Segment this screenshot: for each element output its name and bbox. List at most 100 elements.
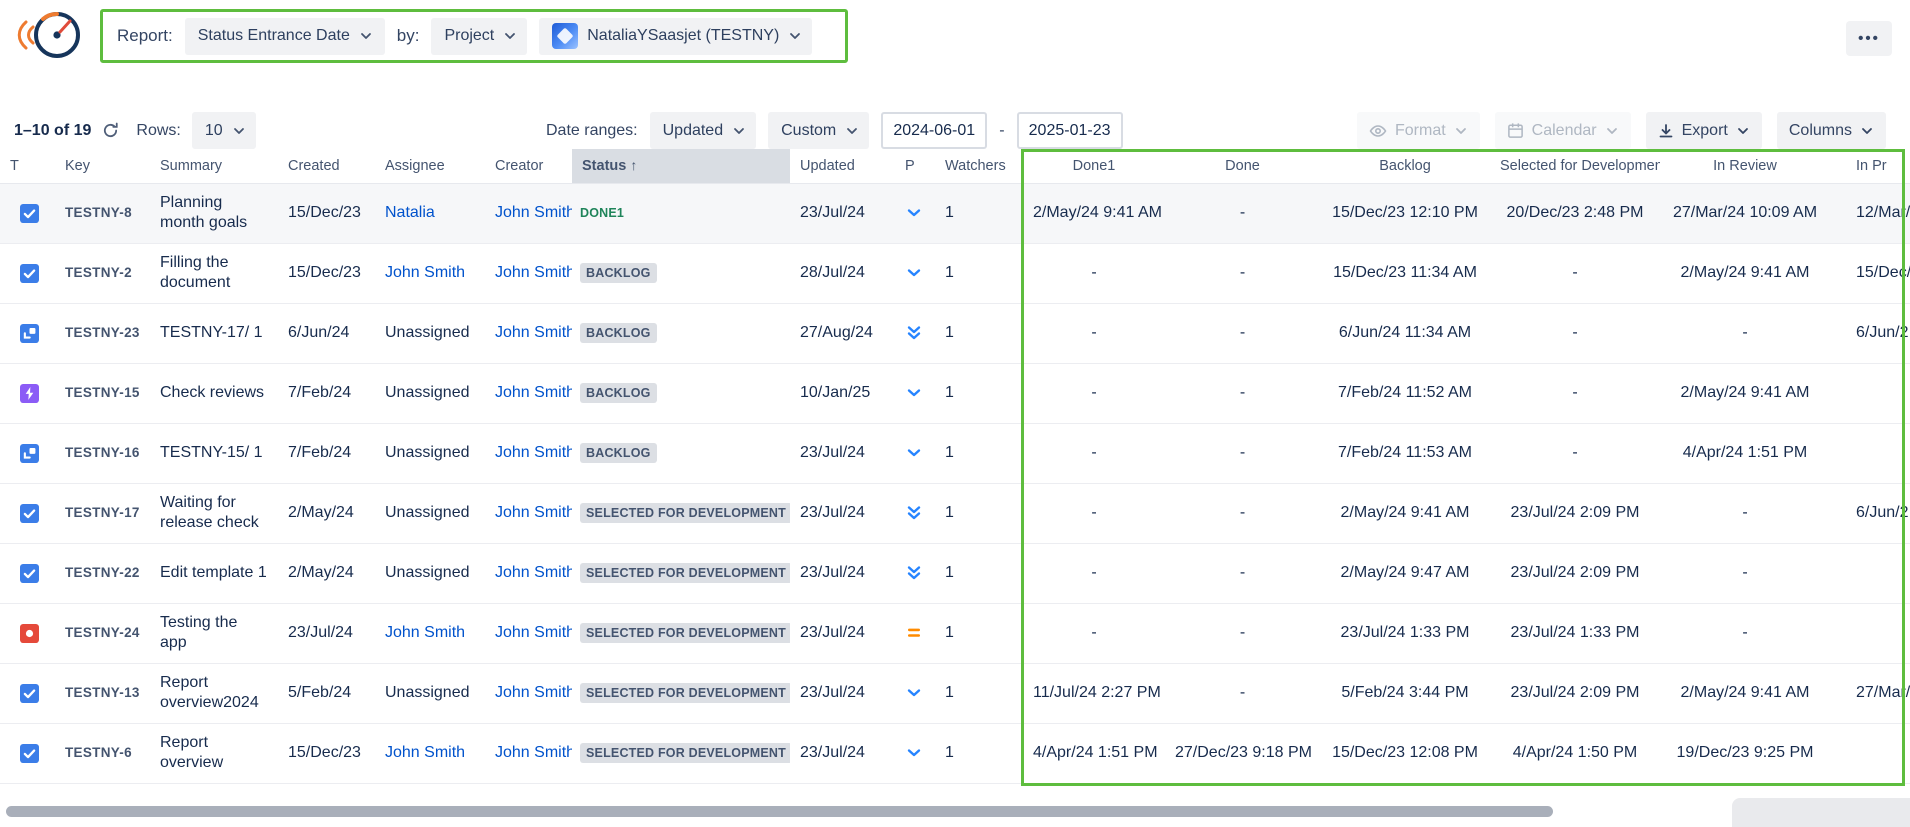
issue-key[interactable]: TESTNY-8 xyxy=(65,205,132,220)
updated-cell: 27/Aug/24 xyxy=(790,303,895,363)
issue-summary[interactable]: TESTNY-15/ 1 xyxy=(160,443,268,463)
issue-summary[interactable]: Planning month goals xyxy=(160,193,268,232)
issue-summary[interactable]: Check reviews xyxy=(160,383,268,403)
report-type-select[interactable]: Status Entrance Date xyxy=(185,18,385,55)
priority-cell xyxy=(895,543,935,603)
watchers-cell: 1 xyxy=(935,303,1023,363)
group-by-select[interactable]: Project xyxy=(431,18,527,55)
status-entrance-cell: 7/Feb/24 11:52 AM xyxy=(1320,363,1490,423)
chevron-down-icon xyxy=(845,124,859,138)
date-to-input[interactable]: 2025-01-23 xyxy=(1017,112,1123,149)
more-options-button[interactable]: ••• xyxy=(1846,21,1892,56)
calendar-button[interactable]: Calendar xyxy=(1495,112,1631,149)
column-header-backlog[interactable]: Backlog xyxy=(1320,149,1490,183)
column-header-key[interactable]: Key xyxy=(55,149,150,183)
column-header-creator[interactable]: Creator xyxy=(485,149,572,183)
status-entrance-cell: 27/Mar/24 10:09 AM xyxy=(1660,183,1830,243)
issue-summary[interactable]: Edit template 1 xyxy=(160,563,268,583)
assignee-link[interactable]: John Smith xyxy=(385,264,465,281)
issue-key[interactable]: TESTNY-6 xyxy=(65,745,132,760)
issue-summary[interactable]: Filling the document xyxy=(160,253,268,292)
export-button[interactable]: Export xyxy=(1646,112,1762,149)
assignee-link[interactable]: John Smith xyxy=(385,744,465,761)
issue-row: TESTNY-2Filling the document15/Dec/23Joh… xyxy=(0,243,1910,303)
column-header-updated[interactable]: Updated xyxy=(790,149,895,183)
creator-link[interactable]: John Smith xyxy=(495,444,572,461)
column-header-t[interactable]: T xyxy=(0,149,55,183)
issue-summary[interactable]: Report overview2024 xyxy=(160,673,268,712)
column-header-in-review[interactable]: In Review xyxy=(1660,149,1830,183)
creator-link[interactable]: John Smith xyxy=(495,564,572,581)
column-header-created[interactable]: Created xyxy=(278,149,375,183)
creator-link[interactable]: John Smith xyxy=(495,264,572,281)
columns-button[interactable]: Columns xyxy=(1777,112,1886,149)
key-cell: TESTNY-24 xyxy=(55,603,150,663)
column-header-summary[interactable]: Summary xyxy=(150,149,278,183)
status-entrance-cell: - xyxy=(1490,363,1660,423)
creator-link[interactable]: John Smith xyxy=(495,624,572,641)
issue-key[interactable]: TESTNY-22 xyxy=(65,565,140,580)
project-select[interactable]: NataliaYSaasjet (TESTNY) xyxy=(539,18,812,55)
assignee-cell: Unassigned xyxy=(375,363,485,423)
issue-key[interactable]: TESTNY-17 xyxy=(65,505,140,520)
column-header-done1[interactable]: Done1 xyxy=(1023,149,1165,183)
key-cell: TESTNY-6 xyxy=(55,723,150,783)
creator-link[interactable]: John Smith xyxy=(495,204,572,221)
status-entrance-cell: 4/Apr/24 1:51 PM xyxy=(1660,423,1830,483)
priority-cell xyxy=(895,483,935,543)
status-entrance-cell: - xyxy=(1023,423,1165,483)
issue-summary[interactable]: Report overview xyxy=(160,733,268,772)
status-entrance-cell: - xyxy=(1165,603,1320,663)
date-field-select[interactable]: Updated xyxy=(650,112,757,149)
column-header-done[interactable]: Done xyxy=(1165,149,1320,183)
assignee-cell: John Smith xyxy=(375,243,485,303)
range-type-select[interactable]: Custom xyxy=(768,112,869,149)
column-header-selected-for-development[interactable]: Selected for Development xyxy=(1490,149,1660,183)
horizontal-scrollbar-thumb[interactable] xyxy=(6,806,1553,817)
column-header-assignee[interactable]: Assignee xyxy=(375,149,485,183)
status-lozenge: SELECTED FOR DEVELOPMENT xyxy=(580,743,790,763)
created-cell: 5/Feb/24 xyxy=(278,663,375,723)
issue-summary[interactable]: TESTNY-17/ 1 xyxy=(160,323,268,343)
column-header-watchers[interactable]: Watchers xyxy=(935,149,1023,183)
task-icon xyxy=(20,564,39,583)
creator-link[interactable]: John Smith xyxy=(495,504,572,521)
assignee-text: Unassigned xyxy=(385,444,470,461)
column-header-p[interactable]: P xyxy=(895,149,935,183)
date-field-value: Updated xyxy=(663,122,724,140)
issue-summary[interactable]: Waiting for release check xyxy=(160,493,268,532)
issue-key[interactable]: TESTNY-16 xyxy=(65,445,140,460)
format-button[interactable]: Format xyxy=(1357,112,1480,149)
summary-cell: Testing the app xyxy=(150,603,278,663)
chevron-down-icon xyxy=(1605,124,1619,138)
issue-key[interactable]: TESTNY-13 xyxy=(65,685,140,700)
columns-label: Columns xyxy=(1789,122,1852,140)
date-from-input[interactable]: 2024-06-01 xyxy=(881,112,987,149)
priority-low-icon xyxy=(905,684,923,702)
creator-link[interactable]: John Smith xyxy=(495,684,572,701)
issue-key[interactable]: TESTNY-15 xyxy=(65,385,140,400)
column-header-in-pr[interactable]: In Pr xyxy=(1830,149,1910,183)
issue-key[interactable]: TESTNY-24 xyxy=(65,625,140,640)
report-type-value: Status Entrance Date xyxy=(198,27,350,45)
issue-key[interactable]: TESTNY-23 xyxy=(65,325,140,340)
creator-link[interactable]: John Smith xyxy=(495,384,572,401)
issue-summary[interactable]: Testing the app xyxy=(160,613,268,652)
refresh-icon[interactable] xyxy=(102,122,119,139)
assignee-link[interactable]: Natalia xyxy=(385,204,435,221)
watchers-cell: 1 xyxy=(935,363,1023,423)
status-entrance-cell xyxy=(1830,363,1910,423)
rows-label: Rows: xyxy=(136,122,180,140)
priority-cell xyxy=(895,243,935,303)
creator-link[interactable]: John Smith xyxy=(495,744,572,761)
column-header-status[interactable]: Status ↑ xyxy=(572,149,790,183)
creator-link[interactable]: John Smith xyxy=(495,324,572,341)
rows-per-page-select[interactable]: 10 xyxy=(192,112,256,149)
status-entrance-cell: - xyxy=(1165,423,1320,483)
toolbar-date-ranges: Date ranges: Updated Custom 2024-06-01 -… xyxy=(546,112,1123,149)
issue-key[interactable]: TESTNY-2 xyxy=(65,265,132,280)
toolbar-left: 1–10 of 19 Rows: 10 xyxy=(14,112,256,149)
creator-cell: John Smith xyxy=(485,663,572,723)
report-label: Report: xyxy=(117,26,173,46)
assignee-link[interactable]: John Smith xyxy=(385,624,465,641)
